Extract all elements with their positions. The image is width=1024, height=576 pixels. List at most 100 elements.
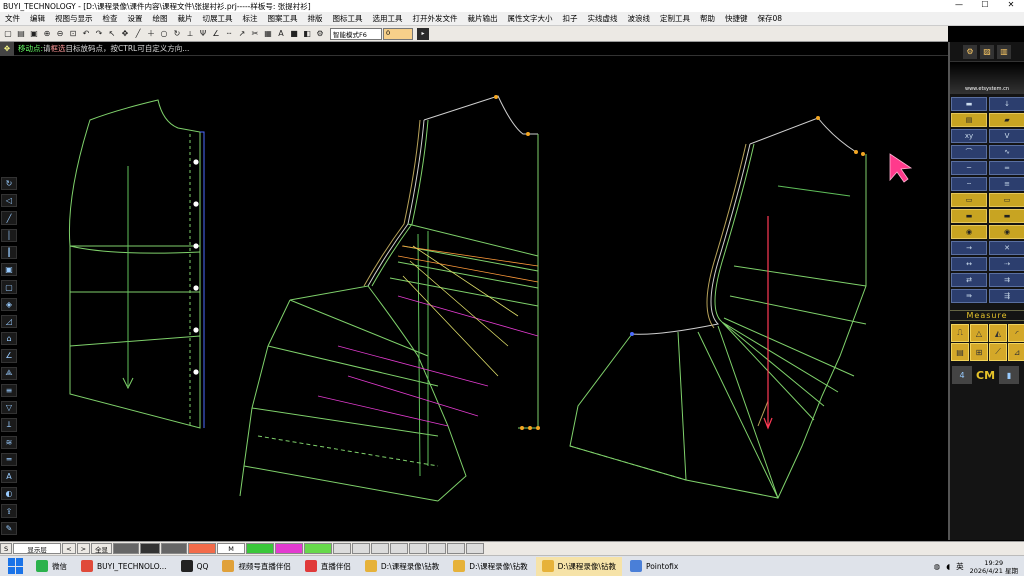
volume-icon[interactable]: ◖ [946,562,950,571]
pen-icon[interactable]: ✎ [1,521,17,535]
down-arrow-tool-icon[interactable]: ↓ [989,97,1024,111]
layer-swatch-gray-2[interactable] [161,543,188,554]
taskbar-item[interactable]: D:\课程录像\钻教 [359,557,445,576]
value-field[interactable]: 0 [383,27,413,40]
gear-icon[interactable]: ⚙ [963,44,977,59]
vertical-line-icon[interactable]: │ [1,228,17,242]
unit-label[interactable]: CM [976,369,995,382]
status-s-button[interactable]: S [0,543,13,554]
color-icon[interactable]: ◐ [1,487,17,501]
size-code[interactable]: M [217,543,246,554]
layer-slot-3[interactable] [371,543,390,554]
layer-swatch-green[interactable] [246,543,275,554]
menu-item[interactable]: 选用工具 [368,13,408,24]
layer-slot-4[interactable] [390,543,409,554]
zoom-fit-icon[interactable]: ⊡ [67,28,79,40]
arrow-line-icon-1[interactable]: → [951,241,987,255]
measure-slope-icon[interactable]: ⟋ [989,343,1007,361]
measure-triangle-icon[interactable]: ◭ [989,324,1007,342]
measure-ruler-icon[interactable]: ▤ [951,343,969,361]
dart-icon[interactable]: ◿ [1,314,17,329]
select-icon[interactable]: ↖ [106,28,118,40]
photo-icon[interactable]: ▨ [980,44,994,59]
menu-item[interactable]: 绘图 [148,13,173,24]
menu-item[interactable]: 图标工具 [328,13,368,24]
square-icon[interactable]: ▣ [1,263,17,277]
layer-swatch-lime[interactable] [304,543,333,554]
line-tool-icon-2[interactable]: ═ [989,161,1024,175]
taskbar-item[interactable]: QQ [175,557,215,576]
zoom-out-icon[interactable]: ⊖ [54,28,66,40]
drawing-canvas[interactable] [18,56,946,540]
text-icon[interactable]: A [1,469,17,484]
table-tool-icon[interactable]: ▤ [951,113,987,127]
measure-arc-icon[interactable]: ◜ [1008,324,1024,342]
toolbar-extra-button[interactable]: ▸ [417,27,429,40]
menu-item[interactable]: 波浪线 [623,13,656,24]
mirror-icon[interactable]: ◁ [1,194,17,208]
pattern-piece-left[interactable] [68,99,205,429]
line-tool-icon-1[interactable]: ─ [951,161,987,175]
maximize-button[interactable]: ☐ [972,0,998,12]
arrow-line-icon-3[interactable]: ⇢ [989,257,1024,271]
block-tool-icon[interactable]: ▬ [951,97,987,111]
eye-tool-icon-2[interactable]: ◉ [989,225,1024,239]
menu-item[interactable]: 排版 [303,13,328,24]
eye-tool-icon-1[interactable]: ◉ [951,225,987,239]
circle-tool-icon[interactable]: ○ [158,28,170,40]
color-palette-icon[interactable]: ■ [288,28,300,40]
stair-icon[interactable]: ≡ [1,383,17,398]
seam-tool-icon-4[interactable]: ▬ [989,209,1024,223]
menu-item[interactable]: 设置 [123,13,148,24]
menu-item[interactable]: 帮助 [695,13,720,24]
layer-swatch-magenta[interactable] [275,543,304,554]
measure-length-icon[interactable]: ⎍ [951,324,969,342]
rotate-icon[interactable]: ↻ [1,177,17,191]
menu-item[interactable]: 标注 [238,13,263,24]
menu-item[interactable]: 实线虚线 [583,13,623,24]
taskbar-item[interactable]: 微信 [30,557,73,576]
layer-swatch-dark-1[interactable] [140,543,161,554]
arrow-line-icon-6[interactable]: ⇛ [951,289,987,303]
zoom-in-icon[interactable]: ⊕ [41,28,53,40]
windows-start-icon[interactable] [8,558,24,574]
seam-tool-icon-1[interactable]: ▭ [951,193,987,207]
save-icon[interactable]: ▣ [28,28,40,40]
minimize-button[interactable]: — [946,0,972,12]
undo-icon[interactable]: ↶ [80,28,92,40]
arrow-line-icon-5[interactable]: ⇉ [989,273,1024,287]
measure-tool-icon[interactable]: ⟂ [184,28,196,40]
grading-icon[interactable]: ≋ [1,435,17,449]
layer-swatch-red[interactable] [188,543,217,554]
seam-tool-icon-2[interactable]: ▭ [989,193,1024,207]
line-icon[interactable]: ╱ [1,211,17,225]
rotate-tool-icon[interactable]: ↻ [171,28,183,40]
measure-angle-icon[interactable]: △ [970,324,988,342]
menu-item[interactable]: 切展工具 [198,13,238,24]
house-icon[interactable]: ⌂ [1,332,17,346]
curve-tool-icon-1[interactable]: ⌒ [951,145,987,159]
layer-slot-6[interactable] [428,543,447,554]
export-icon[interactable]: ⇪ [1,504,17,518]
menu-item[interactable]: 快捷键 [720,13,753,24]
line-tool-icon-4[interactable]: ≡ [989,177,1024,191]
arrow-line-icon-7[interactable]: ⇶ [989,289,1024,303]
notch-icon[interactable]: Ʇ [1,418,17,432]
open-file-icon[interactable]: ▤ [15,28,27,40]
chart-icon[interactable]: ▥ [997,44,1011,59]
menu-item[interactable]: 定制工具 [655,13,695,24]
dash-line-icon[interactable]: ┄ [223,28,235,40]
layer-slot-5[interactable] [409,543,428,554]
menu-item[interactable]: 打开外发文件 [408,13,463,24]
unit-ruler-icon[interactable]: ▮ [999,366,1020,384]
ime-indicator[interactable]: 英 [956,561,964,572]
layer-slot-8[interactable] [466,543,485,554]
layer-slot-7[interactable] [447,543,466,554]
unit-number[interactable]: 4 [952,366,972,384]
seam-tool-icon-3[interactable]: ▬ [951,209,987,223]
taskbar-item[interactable]: Pointofix [624,557,684,576]
folder-tool-icon[interactable]: ▰ [989,113,1024,127]
grid-icon[interactable]: ▦ [262,28,274,40]
layer-select[interactable]: 显示层 [13,543,62,554]
taskbar-item[interactable]: 视频号直播伴侣 [216,557,297,576]
